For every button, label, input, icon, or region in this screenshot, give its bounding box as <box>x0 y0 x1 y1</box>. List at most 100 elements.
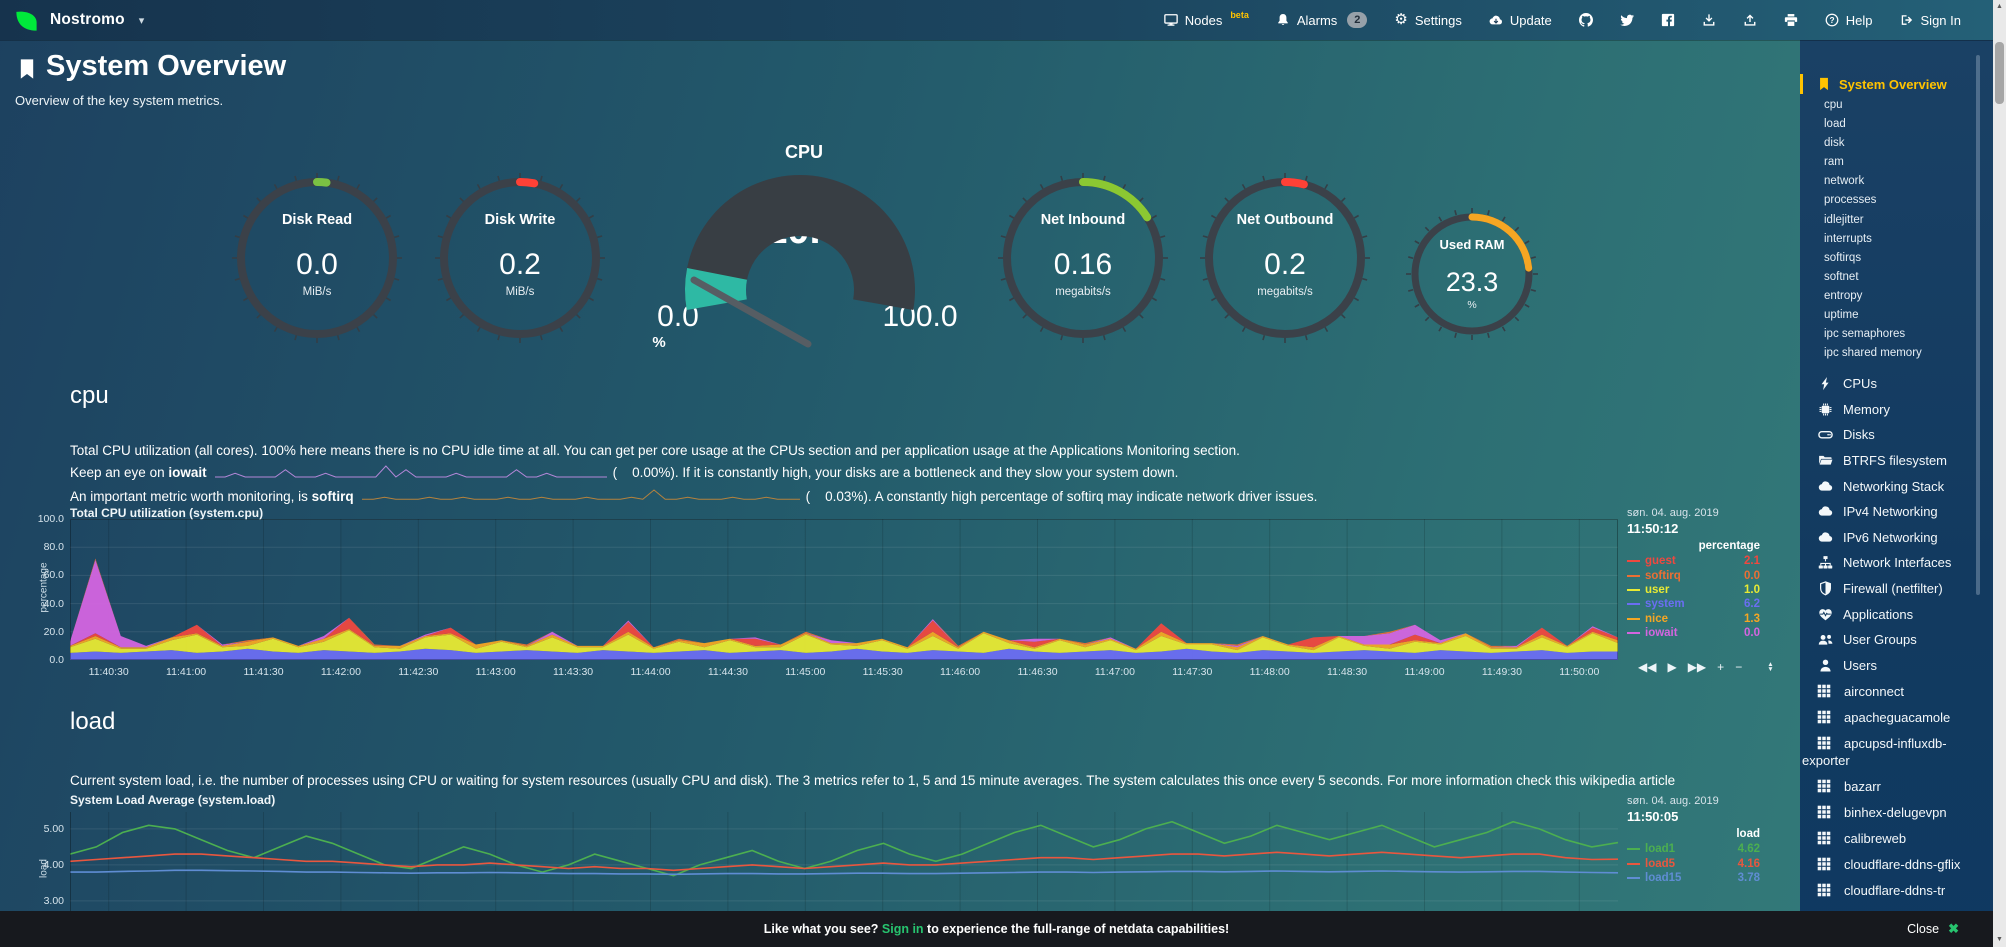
sidebar-menu: System Overview cpuloaddiskramnetworkpro… <box>1800 40 1993 947</box>
cpu-gauge-chart[interactable]: CPU 10.5 0.0 100.0 % <box>644 140 964 390</box>
sidebar-item-idlejitter[interactable]: idlejitter <box>1800 211 1993 230</box>
play-icon[interactable]: ▶ <box>1667 660 1676 674</box>
sidebar-item-applications[interactable]: Applications <box>1800 601 1993 627</box>
folder-icon <box>1817 453 1833 468</box>
sidebar-host-bazarr[interactable]: bazarr <box>1800 773 1993 799</box>
sidebar-item-ipc-semaphores[interactable]: ipc semaphores <box>1800 325 1993 344</box>
sidebar-item-cpu[interactable]: cpu <box>1800 96 1993 115</box>
shield-icon <box>1817 581 1833 596</box>
softirq-sparkline-chart[interactable] <box>362 488 800 510</box>
legend-item-guest[interactable]: guest2.1 <box>1627 554 1760 568</box>
gauge-disk-write[interactable]: Disk Write0.2MiB/s <box>432 170 608 346</box>
sidebar-item-softnet[interactable]: softnet <box>1800 268 1993 287</box>
legend-item-load1[interactable]: load14.62 <box>1627 842 1760 856</box>
sidebar-item-softirqs[interactable]: softirqs <box>1800 249 1993 268</box>
nav-sign-in[interactable]: Sign In <box>1900 13 1961 28</box>
nav-download[interactable] <box>1702 13 1716 27</box>
sidebar-item-uptime[interactable]: uptime <box>1800 306 1993 325</box>
facebook-icon <box>1661 13 1675 27</box>
sidebar-item-btrfs-filesystem[interactable]: BTRFS filesystem <box>1800 448 1993 474</box>
gauge-net-inbound[interactable]: Net Inbound0.16megabits/s <box>995 170 1171 346</box>
page-scrollbar[interactable]: ▲ ▼ <box>1993 0 2006 947</box>
load-chart-legend: søn. 04. aug. 201911:50:05loadload14.62l… <box>1627 795 1760 885</box>
cloud-icon <box>1817 504 1833 519</box>
legend-item-iowait[interactable]: iowait0.0 <box>1627 626 1760 640</box>
scroll-down-icon[interactable]: ▼ <box>1993 933 2006 947</box>
xtick: 11:46:00 <box>920 666 1000 678</box>
github-icon <box>1579 13 1593 27</box>
sidebar-item-memory[interactable]: Memory <box>1800 397 1993 423</box>
nav-print[interactable] <box>1784 13 1798 27</box>
pan-forward-icon[interactable]: ▶▶ <box>1688 660 1706 674</box>
sidebar-item-user-groups[interactable]: User Groups <box>1800 627 1993 653</box>
sidebar-host-cloudflare-ddns-tr[interactable]: cloudflare-ddns-tr <box>1800 877 1993 903</box>
iowait-sparkline-chart[interactable] <box>215 464 607 486</box>
xtick: 11:44:30 <box>688 666 768 678</box>
scroll-up-icon[interactable]: ▲ <box>1993 0 2006 14</box>
sidebar-item-networking-stack[interactable]: Networking Stack <box>1800 473 1993 499</box>
pan-backward-icon[interactable]: ◀◀ <box>1638 660 1656 674</box>
nav-upload[interactable] <box>1743 13 1757 27</box>
th-grid-icon <box>1817 831 1831 845</box>
gauge-unit: megabits/s <box>995 286 1171 298</box>
hdd-icon <box>1817 427 1833 442</box>
sidebar-item-ipv6-networking[interactable]: IPv6 Networking <box>1800 525 1993 551</box>
sidebar-host-binhex-delugevpn[interactable]: binhex-delugevpn <box>1800 799 1993 825</box>
sidebar-host-apacheguacamole[interactable]: apacheguacamole <box>1800 704 1993 730</box>
gauge-disk-read[interactable]: Disk Read0.0MiB/s <box>229 170 405 346</box>
sidebar-host-calibreweb[interactable]: calibreweb <box>1800 825 1993 851</box>
zoom-out-icon[interactable]: − <box>1735 660 1742 674</box>
sidebar-item-ipc-shared-memory[interactable]: ipc shared memory <box>1800 344 1993 363</box>
sidebar-item-disk[interactable]: disk <box>1800 134 1993 153</box>
legend-item-nice[interactable]: nice1.3 <box>1627 612 1760 626</box>
nav-settings[interactable]: ⚙Settings <box>1394 13 1461 28</box>
sidebar-item-network[interactable]: network <box>1800 172 1993 191</box>
legend-item-user[interactable]: user1.0 <box>1627 583 1760 597</box>
sitemap-icon <box>1817 555 1833 570</box>
scroll-thumb[interactable] <box>1995 42 2004 104</box>
nav-nodes[interactable]: Nodesbeta <box>1164 13 1249 28</box>
close-label[interactable]: Close <box>1907 922 1939 936</box>
sidebar-item-entropy[interactable]: entropy <box>1800 287 1993 306</box>
cpu-chart[interactable] <box>70 519 1618 660</box>
sidebar-host-airconnect[interactable]: airconnect <box>1800 678 1993 704</box>
gauge-net-outbound[interactable]: Net Outbound0.2megabits/s <box>1197 170 1373 346</box>
sidebar-item-network-interfaces[interactable]: Network Interfaces <box>1800 550 1993 576</box>
sidebar-scrollbar[interactable] <box>1976 55 1980 595</box>
nav-alarms[interactable]: Alarms2 <box>1276 12 1368 28</box>
sidebar-item-interrupts[interactable]: interrupts <box>1800 230 1993 249</box>
legend-item-system[interactable]: system6.2 <box>1627 597 1760 611</box>
sidebar-item-system-overview[interactable]: System Overview <box>1800 74 1947 94</box>
hostname-label: Nostromo <box>50 11 125 29</box>
sidebar-item-ram[interactable]: ram <box>1800 153 1993 172</box>
sidebar-item-load[interactable]: load <box>1800 115 1993 134</box>
signin-link[interactable]: Sign in <box>882 922 924 936</box>
node-selector[interactable]: Nostromo ▾ <box>0 7 144 34</box>
resize-handle-icon[interactable]: ▲▼ <box>1767 662 1773 673</box>
nav-help[interactable]: ?Help <box>1825 13 1873 28</box>
sidebar-item-processes[interactable]: processes <box>1800 191 1993 210</box>
sidebar-host-cloudflare-ddns-gflix[interactable]: cloudflare-ddns-gflix <box>1800 851 1993 877</box>
legend-item-load5[interactable]: load54.16 <box>1627 856 1760 870</box>
close-icon[interactable]: ✖ <box>1948 921 1959 937</box>
cpu-desc-line1: Total CPU utilization (all cores). 100% … <box>70 440 1317 462</box>
gauge-unit: MiB/s <box>432 286 608 298</box>
legend-item-softirq[interactable]: softirq0.0 <box>1627 568 1760 582</box>
legend-date: søn. 04. aug. 2019 <box>1627 795 1760 807</box>
nav-facebook[interactable] <box>1661 13 1675 27</box>
legend-swatch <box>1627 589 1640 591</box>
sidebar-item-cpus[interactable]: CPUs <box>1800 371 1993 397</box>
nav-twitter[interactable] <box>1620 13 1634 27</box>
sidebar-host-apcupsd-influxdb-exporter[interactable]: apcupsd-influxdb-exporter <box>1800 730 1993 773</box>
sidebar-item-ipv4-networking[interactable]: IPv4 Networking <box>1800 499 1993 525</box>
sidebar-item-firewall-netfilter-[interactable]: Firewall (netfilter) <box>1800 576 1993 602</box>
legend-item-load15[interactable]: load153.78 <box>1627 871 1760 885</box>
sidebar-item-disks[interactable]: Disks <box>1800 422 1993 448</box>
heartbeat-icon <box>1817 607 1833 622</box>
nav-update[interactable]: Update <box>1489 13 1552 28</box>
sidebar-item-users[interactable]: Users <box>1800 653 1993 679</box>
zoom-in-icon[interactable]: + <box>1717 660 1724 674</box>
gauge-used-ram[interactable]: Used RAM23.3% <box>1402 204 1542 344</box>
xtick: 11:45:30 <box>843 666 923 678</box>
nav-github[interactable] <box>1579 13 1593 27</box>
